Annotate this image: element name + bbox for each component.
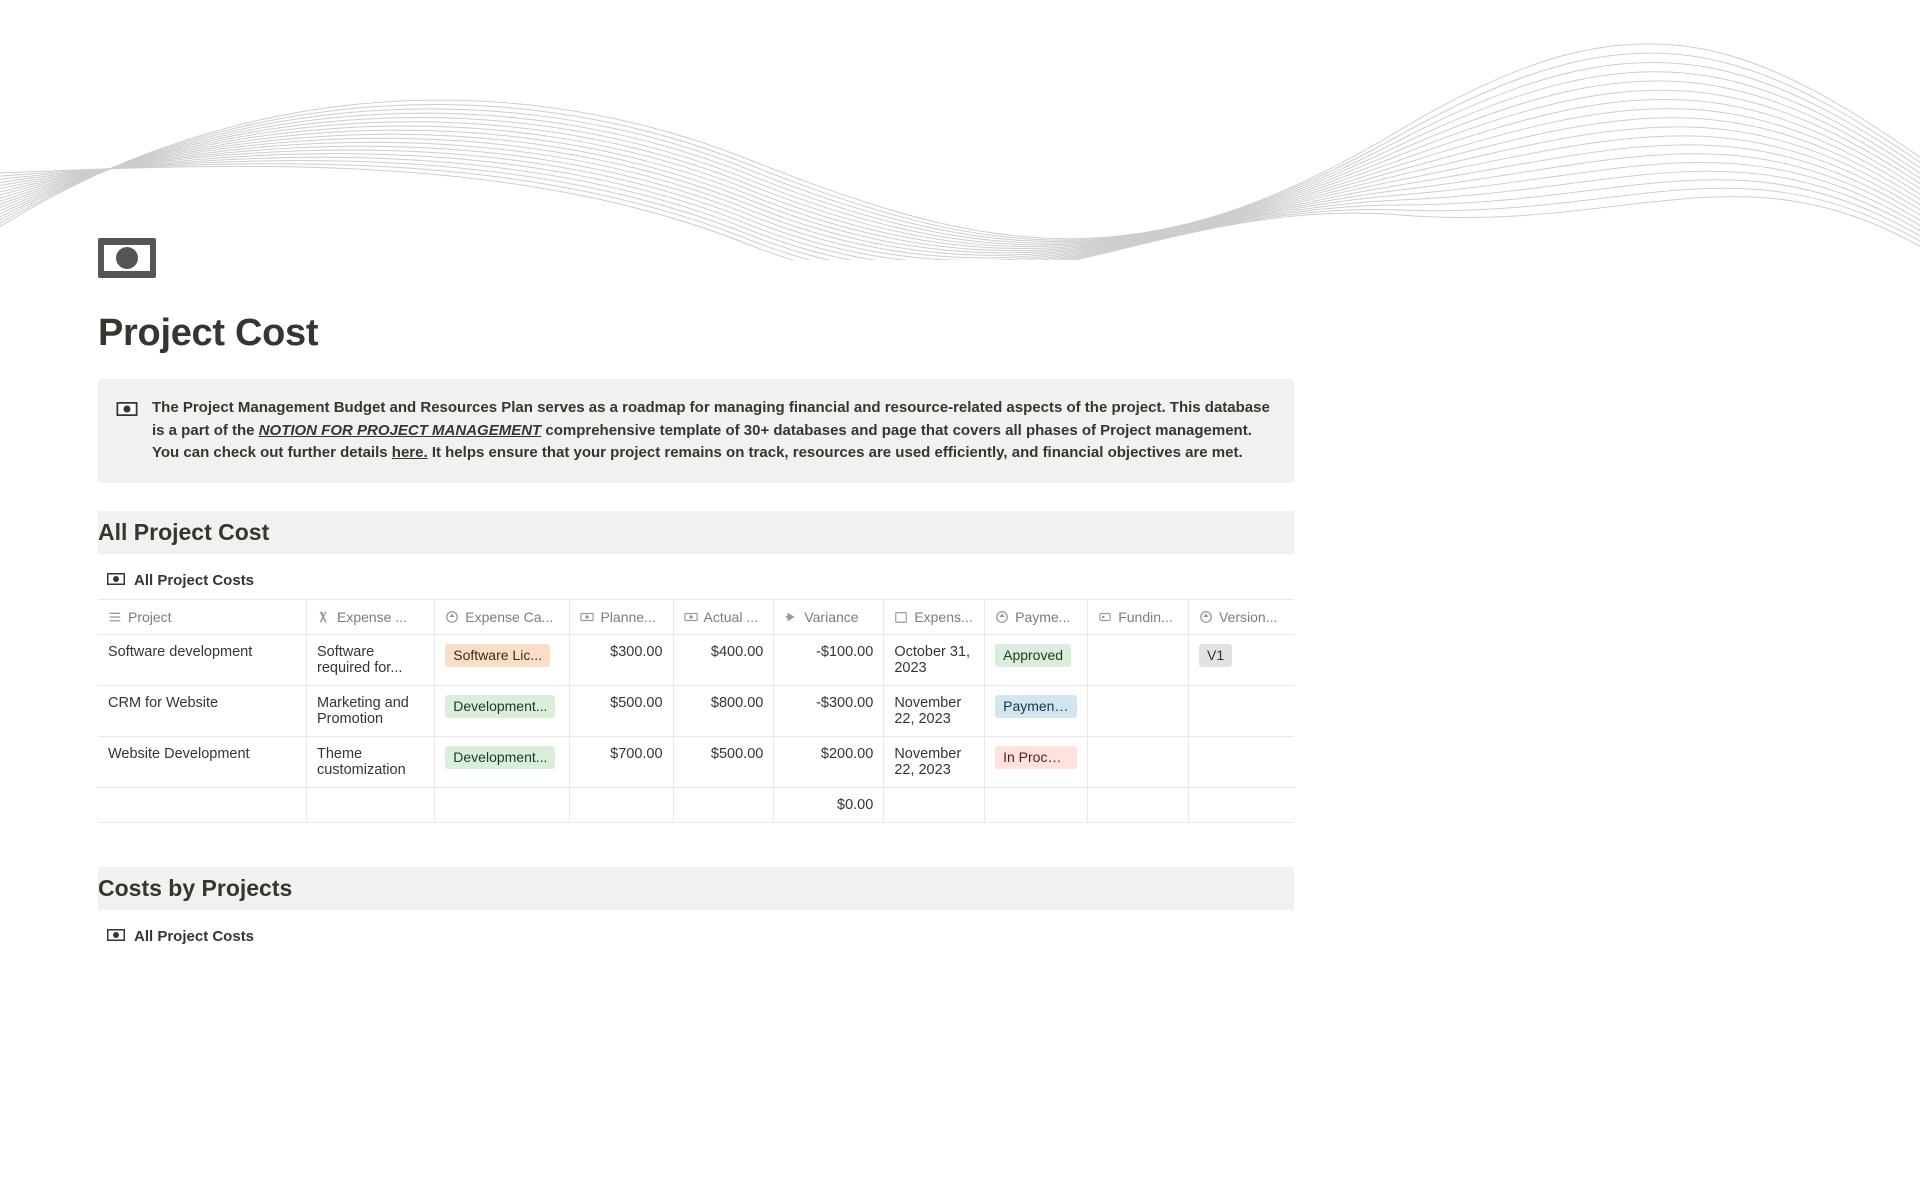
col-header-project[interactable]: Project (98, 599, 306, 634)
cell-payment[interactable]: Approved (985, 634, 1088, 685)
tag: Development... (445, 695, 555, 718)
section-title: Costs by Projects (98, 875, 1294, 902)
col-header-expense-desc[interactable]: Expense ... (306, 599, 434, 634)
col-header-planned[interactable]: Planne... (570, 599, 673, 634)
cell-expense-cat[interactable]: Development... (435, 736, 570, 787)
col-header-payment[interactable]: Payme... (985, 599, 1088, 634)
cell-actual[interactable]: $400.00 (673, 634, 774, 685)
cell-version[interactable]: V1 (1189, 634, 1295, 685)
cover-image (0, 0, 1920, 260)
table-footer-row: $0.00 (98, 787, 1294, 822)
section-title: All Project Cost (98, 519, 1294, 546)
link-notion-pm[interactable]: NOTION FOR PROJECT MANAGEMENT (259, 422, 542, 439)
cell-payment[interactable]: In Process (985, 736, 1088, 787)
page-title[interactable]: Project Cost (98, 312, 1294, 355)
cell-project[interactable]: Software development (98, 634, 306, 685)
variance-sum: $0.00 (774, 787, 884, 822)
cell-version[interactable] (1189, 736, 1295, 787)
col-header-expense-date[interactable]: Expens... (884, 599, 985, 634)
cell-version[interactable] (1189, 685, 1295, 736)
cell-project[interactable]: CRM for Website (98, 685, 306, 736)
cell-expense-cat[interactable]: Development... (435, 685, 570, 736)
cell-funding[interactable] (1088, 634, 1189, 685)
cell-planned[interactable]: $500.00 (570, 685, 673, 736)
tag: Approved (995, 644, 1071, 667)
callout-block: The Project Management Budget and Resour… (98, 379, 1294, 483)
table-row[interactable]: CRM for WebsiteMarketing and Promotion De… (98, 685, 1294, 736)
col-header-version[interactable]: Version... (1189, 599, 1295, 634)
cell-expense-desc[interactable]: Software required for... (306, 634, 434, 685)
money-icon (106, 572, 126, 589)
cell-planned[interactable]: $300.00 (570, 634, 673, 685)
cell-project[interactable]: Website Development (98, 736, 306, 787)
db-view-tab[interactable]: All Project Costs (98, 568, 254, 599)
db-view-name: All Project Costs (134, 928, 254, 945)
money-icon (116, 398, 138, 420)
cell-planned[interactable]: $700.00 (570, 736, 673, 787)
db-view-name: All Project Costs (134, 572, 254, 589)
col-header-expense-cat[interactable]: Expense Ca... (435, 599, 570, 634)
table-header-row: Project Expense ... Expense Ca... Planne… (98, 599, 1294, 634)
tag: Payment... (995, 695, 1077, 718)
db-view-tab[interactable]: All Project Costs (98, 924, 254, 955)
cell-date[interactable]: November 22, 2023 (884, 685, 985, 736)
table-row[interactable]: Software developmentSoftware required fo… (98, 634, 1294, 685)
col-header-variance[interactable]: Variance (774, 599, 884, 634)
page-icon-money[interactable] (98, 238, 156, 278)
col-header-funding[interactable]: Fundin... (1088, 599, 1189, 634)
project-cost-table: Project Expense ... Expense Ca... Planne… (98, 599, 1294, 823)
cell-funding[interactable] (1088, 736, 1189, 787)
money-icon (106, 928, 126, 945)
tag: Development... (445, 746, 555, 769)
section-all-project-cost-header: All Project Cost (98, 511, 1294, 554)
col-header-actual[interactable]: Actual ... (673, 599, 774, 634)
cell-expense-desc[interactable]: Theme customization (306, 736, 434, 787)
cell-actual[interactable]: $500.00 (673, 736, 774, 787)
cell-date[interactable]: October 31, 2023 (884, 634, 985, 685)
section-costs-by-projects-header: Costs by Projects (98, 867, 1294, 910)
cell-variance[interactable]: -$300.00 (774, 685, 884, 736)
cell-expense-cat[interactable]: Software Lic... (435, 634, 570, 685)
table-row[interactable]: Website DevelopmentTheme customization De… (98, 736, 1294, 787)
tag: In Process (995, 746, 1077, 769)
cell-funding[interactable] (1088, 685, 1189, 736)
cell-date[interactable]: November 22, 2023 (884, 736, 985, 787)
cell-variance[interactable]: -$100.00 (774, 634, 884, 685)
tag: Software Lic... (445, 644, 550, 667)
callout-text: The Project Management Budget and Resour… (152, 397, 1276, 465)
cell-actual[interactable]: $800.00 (673, 685, 774, 736)
link-here[interactable]: here. (392, 444, 428, 461)
tag: V1 (1199, 644, 1232, 667)
cell-payment[interactable]: Payment... (985, 685, 1088, 736)
cell-expense-desc[interactable]: Marketing and Promotion (306, 685, 434, 736)
cell-variance[interactable]: $200.00 (774, 736, 884, 787)
